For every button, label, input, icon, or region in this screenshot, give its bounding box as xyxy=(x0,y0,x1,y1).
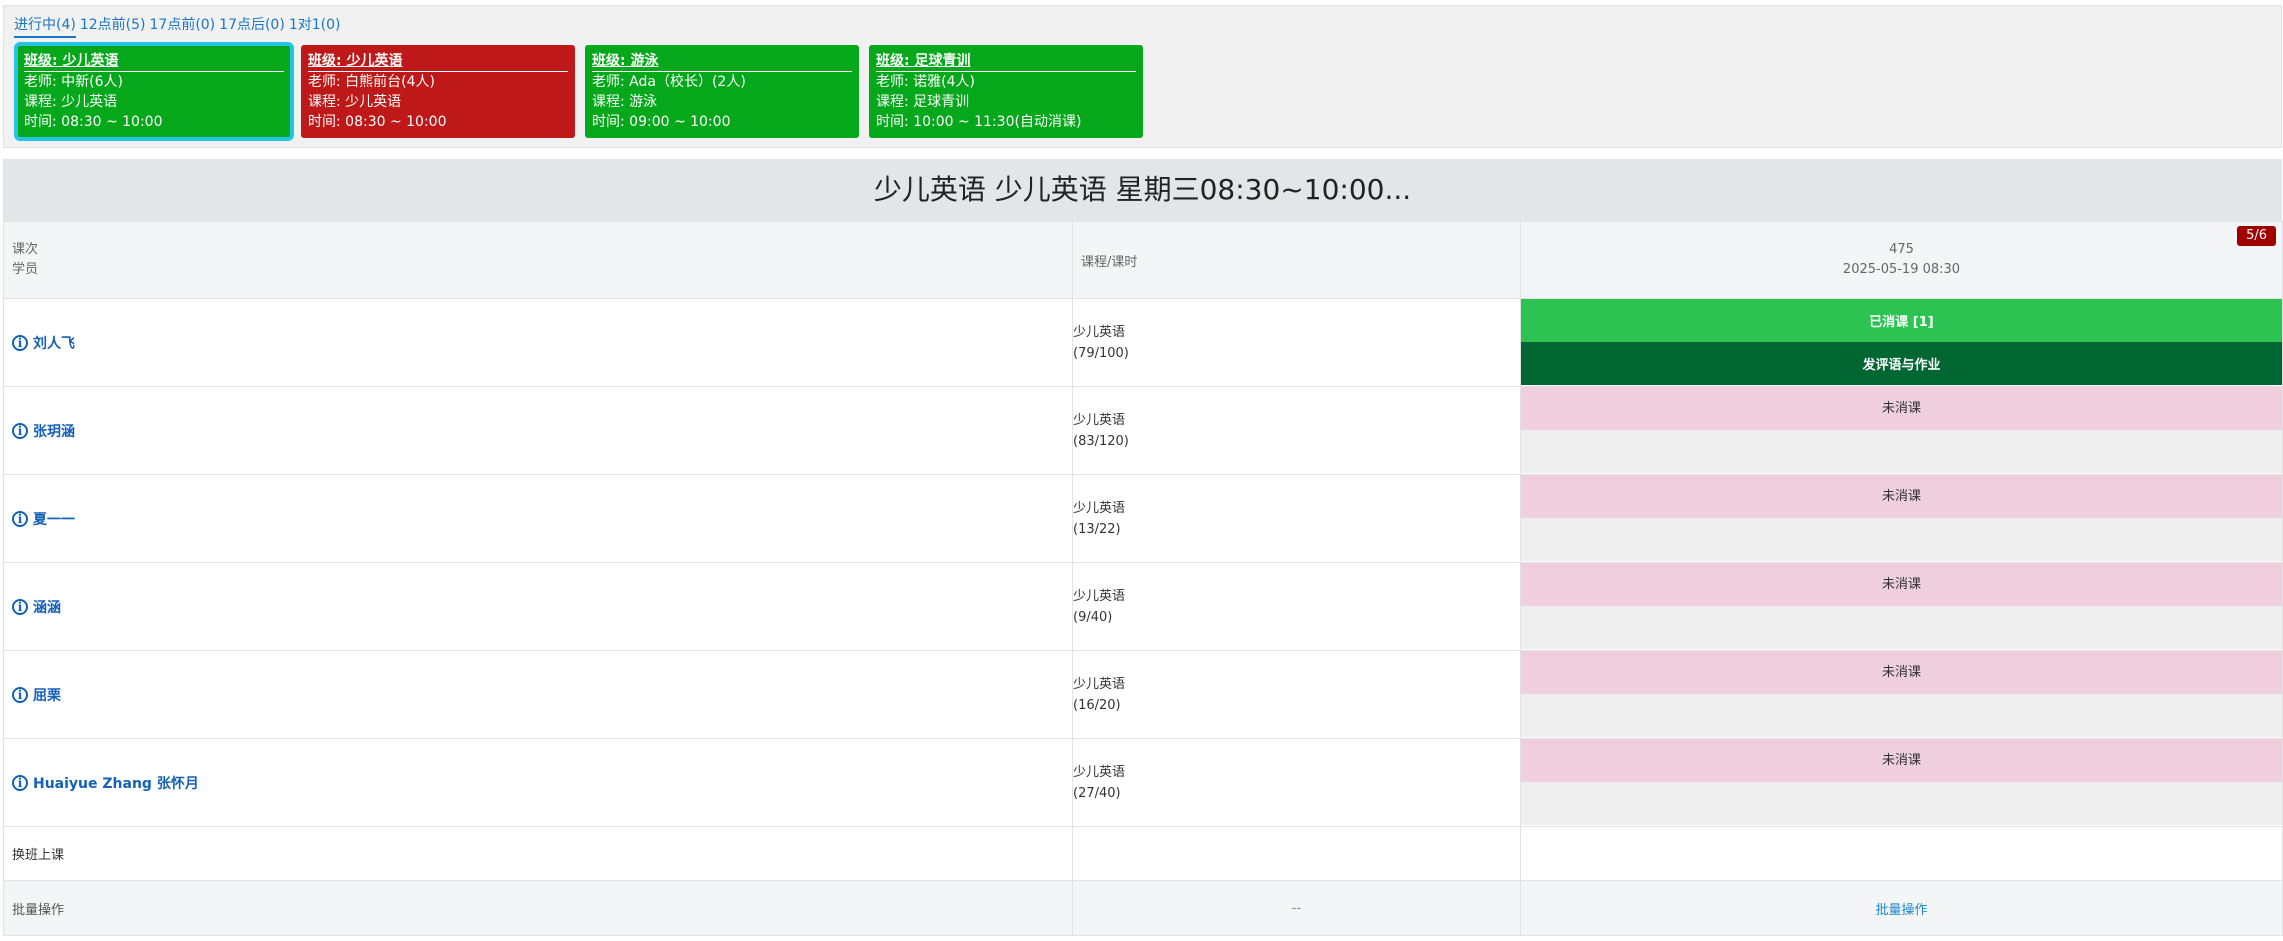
card-time: 时间: 08:30 ~ 10:00 xyxy=(24,114,163,130)
card-teacher: 老师: 诺雅(4人) xyxy=(876,74,975,90)
info-icon[interactable]: i xyxy=(12,334,28,351)
student-course: 少儿英语 xyxy=(1073,588,1126,604)
student-course: 少儿英语 xyxy=(1073,676,1126,692)
tab-after-17[interactable]: 17点后(0) xyxy=(219,14,285,38)
card-title: 班级: 少儿英语 xyxy=(24,51,284,72)
class-switcher-panel: 进行中(4) 12点前(5) 17点前(0) 17点后(0) 1对1(0) 班级… xyxy=(3,5,2282,148)
info-icon[interactable]: i xyxy=(12,686,28,703)
not-consumed-button[interactable]: 未消课 xyxy=(1521,387,2282,430)
class-card-swimming[interactable]: 班级: 游泳 老师: Ada（校长）(2人) 课程: 游泳 时间: 09:00 … xyxy=(585,45,859,138)
not-consumed-button[interactable]: 未消课 xyxy=(1521,563,2282,606)
student-hours: (83/120) xyxy=(1073,433,1129,449)
tab-before-12[interactable]: 12点前(5) xyxy=(80,14,146,38)
student-hours: (79/100) xyxy=(1073,345,1129,361)
student-course: 少儿英语 xyxy=(1073,412,1126,428)
info-icon[interactable]: i xyxy=(12,774,28,791)
student-course: 少儿英语 xyxy=(1073,500,1126,516)
header-student-label: 学员 xyxy=(12,262,39,277)
empty-cell xyxy=(1520,826,2283,881)
card-teacher: 老师: Ada（校长）(2人) xyxy=(592,74,746,90)
card-time: 时间: 09:00 ~ 10:00 xyxy=(592,114,731,130)
not-consumed-button[interactable]: 未消课 xyxy=(1521,739,2282,782)
student-name[interactable]: 刘人飞 xyxy=(33,333,75,353)
table-row: i 张玥涵 少儿英语 (83/120) 未消课 xyxy=(3,386,2283,475)
header-course-label: 课程/课时 xyxy=(1072,221,1521,299)
table-row: i 涵涵 少儿英语 (9/40) 未消课 xyxy=(3,562,2283,651)
empty-action-cell xyxy=(1521,430,2282,473)
table-row: i 刘人飞 少儿英语 (79/100) 已消课 [1] 发评语与作业 xyxy=(3,298,2283,387)
empty-action-cell xyxy=(1521,694,2282,737)
change-class-label[interactable]: 换班上课 xyxy=(3,826,1073,881)
empty-action-cell xyxy=(1521,782,2282,825)
student-course: 少儿英语 xyxy=(1073,764,1126,780)
card-course: 课程: 少儿英语 xyxy=(308,94,402,110)
student-name[interactable]: 张玥涵 xyxy=(33,421,75,441)
student-name[interactable]: Huaiyue Zhang 张怀月 xyxy=(33,773,199,793)
class-card-football[interactable]: 班级: 足球青训 老师: 诺雅(4人) 课程: 足球青训 时间: 10:00 ~… xyxy=(869,45,1143,138)
table-row: i Huaiyue Zhang 张怀月 少儿英语 (27/40) 未消课 xyxy=(3,738,2283,827)
batch-row: 批量操作 -- 批量操作 xyxy=(3,880,2283,936)
student-name[interactable]: 屈栗 xyxy=(33,685,61,705)
send-comment-homework-button[interactable]: 发评语与作业 xyxy=(1521,342,2282,385)
empty-action-cell xyxy=(1521,518,2282,561)
tab-one-on-one[interactable]: 1对1(0) xyxy=(289,14,341,38)
table-row: i 夏一一 少儿英语 (13/22) 未消课 xyxy=(3,474,2283,563)
batch-operation-link[interactable]: 批量操作 xyxy=(1520,880,2283,936)
class-filter-tabs: 进行中(4) 12点前(5) 17点前(0) 17点后(0) 1对1(0) xyxy=(14,14,340,38)
tab-before-17[interactable]: 17点前(0) xyxy=(150,14,216,38)
not-consumed-button[interactable]: 未消课 xyxy=(1521,651,2282,694)
student-course: 少儿英语 xyxy=(1073,324,1126,340)
card-course: 课程: 足球青训 xyxy=(876,94,970,110)
attendance-count-badge: 5/6 xyxy=(2237,226,2276,246)
batch-label: 批量操作 xyxy=(3,880,1073,936)
change-class-row: 换班上课 xyxy=(3,826,2283,881)
card-time: 时间: 08:30 ~ 10:00 xyxy=(308,114,447,130)
student-hours: (27/40) xyxy=(1073,785,1121,801)
card-teacher: 老师: 白熊前台(4人) xyxy=(308,74,435,90)
attendance-table: 课次 学员 课程/课时 5/6 475 2025-05-19 08:30 i 刘人… xyxy=(3,221,2283,936)
empty-action-cell xyxy=(1521,606,2282,649)
not-consumed-button[interactable]: 未消课 xyxy=(1521,475,2282,518)
empty-cell xyxy=(1072,826,1521,881)
info-icon[interactable]: i xyxy=(12,422,28,439)
batch-placeholder: -- xyxy=(1072,880,1521,936)
card-title: 班级: 游泳 xyxy=(592,51,852,72)
student-hours: (13/22) xyxy=(1073,521,1121,537)
tab-in-progress[interactable]: 进行中(4) xyxy=(14,14,76,38)
header-lesson-cell: 5/6 475 2025-05-19 08:30 xyxy=(1520,221,2283,299)
info-icon[interactable]: i xyxy=(12,598,28,615)
student-hours: (16/20) xyxy=(1073,697,1121,713)
card-course: 课程: 少儿英语 xyxy=(24,94,118,110)
student-name[interactable]: 涵涵 xyxy=(33,597,61,617)
card-title: 班级: 足球青训 xyxy=(876,51,1136,72)
lesson-number: 475 xyxy=(1889,242,1914,257)
student-hours: (9/40) xyxy=(1073,609,1113,625)
info-icon[interactable]: i xyxy=(12,510,28,527)
card-teacher: 老师: 中新(6人) xyxy=(24,74,123,90)
session-title: 少儿英语 少儿英语 星期三08:30~10:00... xyxy=(3,159,2282,221)
class-card-english-selected[interactable]: 班级: 少儿英语 老师: 中新(6人) 课程: 少儿英语 时间: 08:30 ~… xyxy=(14,42,294,141)
card-course: 课程: 游泳 xyxy=(592,94,658,110)
consumed-status-button[interactable]: 已消课 [1] xyxy=(1521,299,2282,342)
lesson-datetime: 2025-05-19 08:30 xyxy=(1842,262,1961,277)
header-student-cell: 课次 学员 xyxy=(3,221,1073,299)
table-row: i 屈栗 少儿英语 (16/20) 未消课 xyxy=(3,650,2283,739)
student-name[interactable]: 夏一一 xyxy=(33,509,75,529)
class-card-english[interactable]: 班级: 少儿英语 老师: 白熊前台(4人) 课程: 少儿英语 时间: 08:30… xyxy=(301,45,575,138)
header-lesson-label: 课次 xyxy=(12,242,39,257)
card-time: 时间: 10:00 ~ 11:30(自动消课) xyxy=(876,114,1082,130)
table-header-row: 课次 学员 课程/课时 5/6 475 2025-05-19 08:30 xyxy=(3,221,2283,299)
card-title: 班级: 少儿英语 xyxy=(308,51,568,72)
